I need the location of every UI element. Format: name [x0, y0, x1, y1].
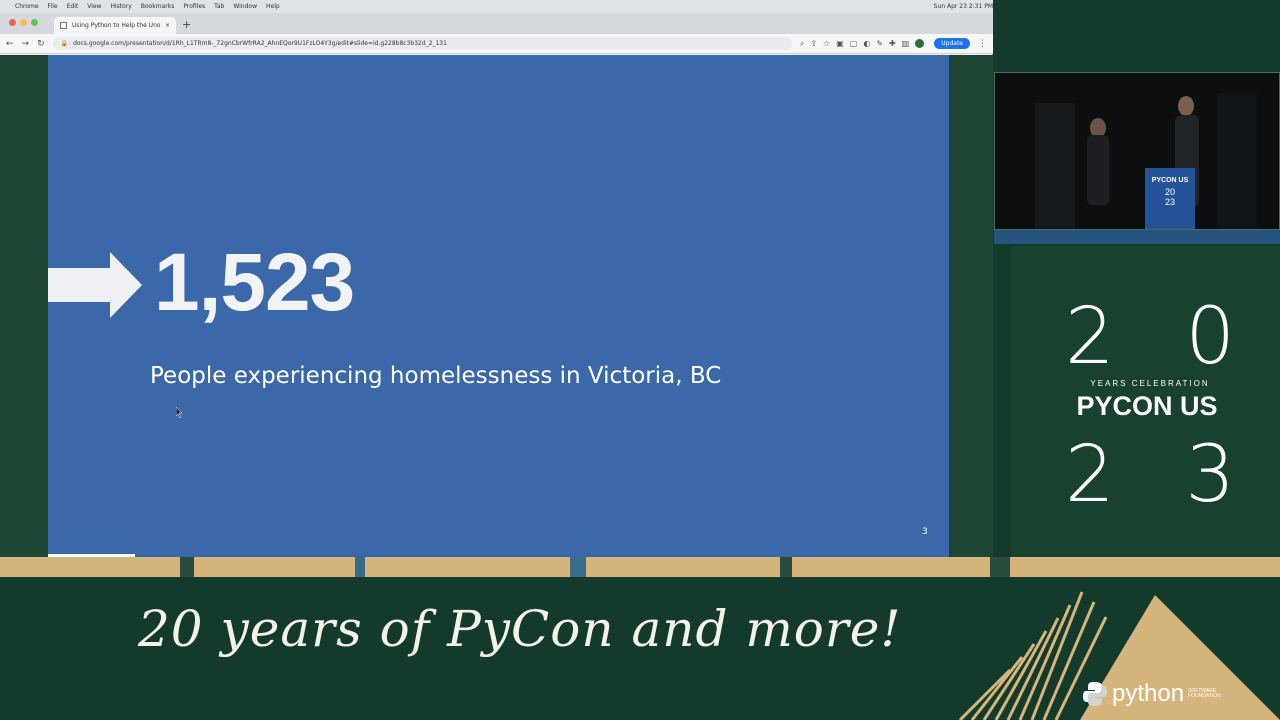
extension-icons: ⌕ ⇪ ☆ ▣ ▢ ◐ ✎ ✚ ▥	[800, 39, 925, 49]
menu-view[interactable]: View	[87, 3, 101, 10]
close-window-icon[interactable]	[9, 19, 16, 26]
menubar-clock: Sun Apr 23 2:31 PM	[933, 3, 993, 10]
extension-icon[interactable]: ✎	[876, 39, 883, 48]
new-tab-button[interactable]: +	[182, 18, 191, 31]
address-bar[interactable]: 🔒 docs.google.com/presentation/d/1Rh_L1T…	[52, 37, 792, 50]
tab-close-icon[interactable]: ×	[165, 22, 170, 29]
decorative-band-pattern	[180, 557, 1010, 577]
minimize-window-icon[interactable]	[20, 19, 27, 26]
lock-icon: 🔒	[60, 40, 69, 47]
mac-menubar: Chrome File Edit View History Bookmarks …	[0, 0, 993, 13]
more-menu-icon[interactable]: ⋮	[978, 39, 987, 49]
zoom-icon[interactable]: ⌕	[800, 39, 804, 49]
python-logo-icon	[1083, 682, 1107, 706]
slides-favicon-icon	[60, 22, 67, 29]
podium-sign: PYCON US 20 23	[1145, 168, 1195, 229]
logo-digits-top: 2 0	[1065, 292, 1235, 382]
menu-help[interactable]: Help	[266, 3, 280, 10]
menu-window[interactable]: Window	[233, 3, 257, 10]
gold-band	[0, 557, 1280, 577]
puzzle-icon[interactable]: ✚	[889, 39, 896, 48]
psf-logo: python SOFTWARE FOUNDATION	[1082, 680, 1228, 708]
pycon-logo-panel: 2 0 YEARS CELEBRATION PYCON US 2 3	[1011, 246, 1280, 576]
bookmark-star-icon[interactable]: ☆	[823, 39, 830, 48]
tagline: 20 years of PyCon and more!	[138, 600, 902, 658]
tab-strip: Using Python to Help the Uno... × +	[0, 13, 993, 34]
slide-big-number: 1,523	[154, 237, 355, 328]
stage-scene-image	[995, 73, 1279, 229]
url-text: docs.google.com/presentation/d/1Rh_L1TRm…	[73, 40, 447, 47]
arrow-right-icon	[48, 252, 142, 318]
logo-digits-bottom: 2 3	[1065, 430, 1235, 520]
menu-history[interactable]: History	[110, 3, 131, 10]
psf-subtext: SOFTWARE FOUNDATION	[1188, 687, 1221, 699]
presentation-area: 1,523 People experiencing homelessness i…	[0, 55, 993, 557]
reload-icon[interactable]: ↻	[37, 39, 45, 49]
sidepanel-icon[interactable]: ▥	[902, 39, 910, 48]
slide-caption: People experiencing homelessness in Vict…	[150, 363, 722, 389]
mouse-cursor-icon	[176, 407, 183, 418]
extension-icon[interactable]: ▣	[836, 39, 844, 48]
zoom-window-icon[interactable]	[31, 19, 38, 26]
slide-page-number: 3	[922, 527, 928, 537]
menu-bookmarks[interactable]: Bookmarks	[141, 3, 175, 10]
browser-toolbar: ← → ↻ 🔒 docs.google.com/presentation/d/1…	[0, 34, 993, 54]
extension-icon[interactable]: ▢	[850, 39, 858, 48]
menu-edit[interactable]: Edit	[67, 3, 79, 10]
logo-subtitle: YEARS CELEBRATION	[1090, 379, 1210, 388]
browser-tab[interactable]: Using Python to Help the Uno... ×	[54, 17, 176, 34]
menu-tab[interactable]: Tab	[214, 3, 224, 10]
back-icon[interactable]: ←	[6, 39, 14, 49]
tab-title: Using Python to Help the Uno...	[72, 22, 160, 29]
menu-file[interactable]: File	[48, 3, 58, 10]
menu-profiles[interactable]: Profiles	[183, 3, 205, 10]
window-controls	[9, 19, 38, 26]
screen-capture: Chrome File Edit View History Bookmarks …	[0, 0, 993, 557]
share-icon[interactable]: ⇪	[810, 39, 817, 48]
video-bottom-strip	[994, 230, 1280, 244]
speaker-video: PYCON US 20 23	[994, 72, 1280, 230]
slide[interactable]: 1,523 People experiencing homelessness i…	[48, 55, 949, 557]
psf-wordmark: python	[1112, 680, 1185, 707]
forward-icon[interactable]: →	[22, 39, 30, 49]
menu-app[interactable]: Chrome	[15, 3, 39, 10]
update-button[interactable]: Update	[934, 38, 970, 49]
extension-icon[interactable]: ◐	[863, 39, 870, 48]
logo-title: PYCON US	[1076, 391, 1218, 421]
profile-avatar[interactable]	[915, 39, 925, 48]
